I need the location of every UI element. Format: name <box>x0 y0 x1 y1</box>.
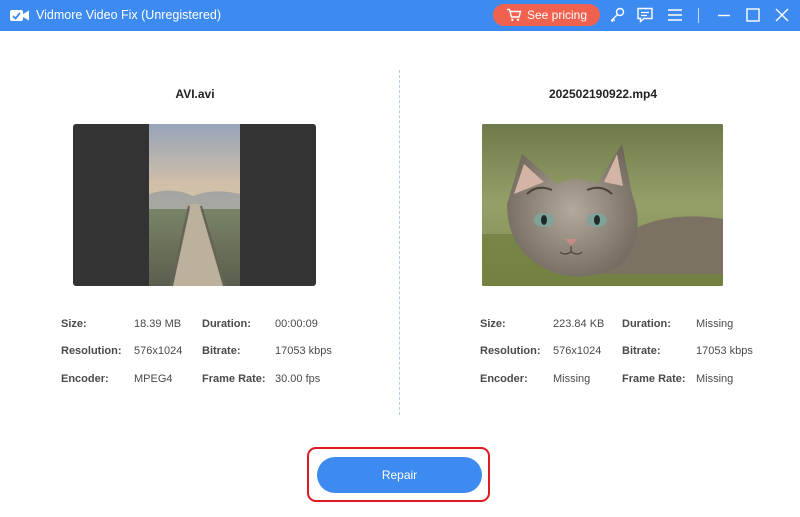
minimize-icon[interactable] <box>715 6 733 24</box>
right-framerate-label: Frame Rate: <box>622 373 686 385</box>
right-video-thumbnail <box>482 124 723 286</box>
close-icon[interactable] <box>773 6 791 24</box>
left-resolution-value: 576x1024 <box>134 345 183 357</box>
left-duration-label: Duration: <box>202 318 251 330</box>
right-resolution-label: Resolution: <box>480 345 541 357</box>
left-resolution-label: Resolution: <box>61 345 122 357</box>
repair-button[interactable]: Repair <box>317 457 482 493</box>
right-bitrate-value: 17053 kbps <box>696 345 753 357</box>
right-resolution-value: 576x1024 <box>553 345 602 357</box>
hamburger-menu-icon[interactable] <box>666 6 684 24</box>
right-file-name: 202502190922.mp4 <box>548 87 658 101</box>
right-size-label: Size: <box>480 318 506 330</box>
left-framerate-value: 30.00 fps <box>275 373 321 385</box>
title-bar: Vidmore Video Fix (Unregistered) See pri… <box>0 0 800 31</box>
left-encoder-value: MPEG4 <box>134 373 173 385</box>
right-bitrate-label: Bitrate: <box>622 345 661 357</box>
key-icon[interactable] <box>608 6 626 24</box>
window-title: Vidmore Video Fix (Unregistered) <box>36 8 222 22</box>
right-framerate-value: Missing <box>696 373 734 385</box>
right-encoder-label: Encoder: <box>480 373 528 385</box>
right-duration-label: Duration: <box>622 318 671 330</box>
left-size-label: Size: <box>61 318 87 330</box>
right-size-value: 223.84 KB <box>553 318 605 330</box>
video-camera-icon <box>9 7 31 24</box>
right-duration-value: Missing <box>696 318 734 330</box>
left-bitrate-value: 17053 kbps <box>275 345 332 357</box>
chat-icon[interactable] <box>636 6 654 24</box>
maximize-icon[interactable] <box>744 6 762 24</box>
see-pricing-label: See pricing <box>526 8 588 22</box>
left-duration-value: 00:00:09 <box>275 318 318 330</box>
left-framerate-label: Frame Rate: <box>202 373 266 385</box>
left-encoder-label: Encoder: <box>61 373 109 385</box>
cart-icon <box>506 8 522 21</box>
see-pricing-button[interactable]: See pricing <box>493 4 600 26</box>
left-size-value: 18.39 MB <box>134 318 182 330</box>
right-encoder-value: Missing <box>553 373 591 385</box>
left-video-thumbnail <box>73 124 316 286</box>
left-bitrate-label: Bitrate: <box>202 345 241 357</box>
title-bar-separator <box>698 8 699 23</box>
left-file-name: AVI.avi <box>175 87 215 101</box>
panel-divider <box>399 70 400 415</box>
